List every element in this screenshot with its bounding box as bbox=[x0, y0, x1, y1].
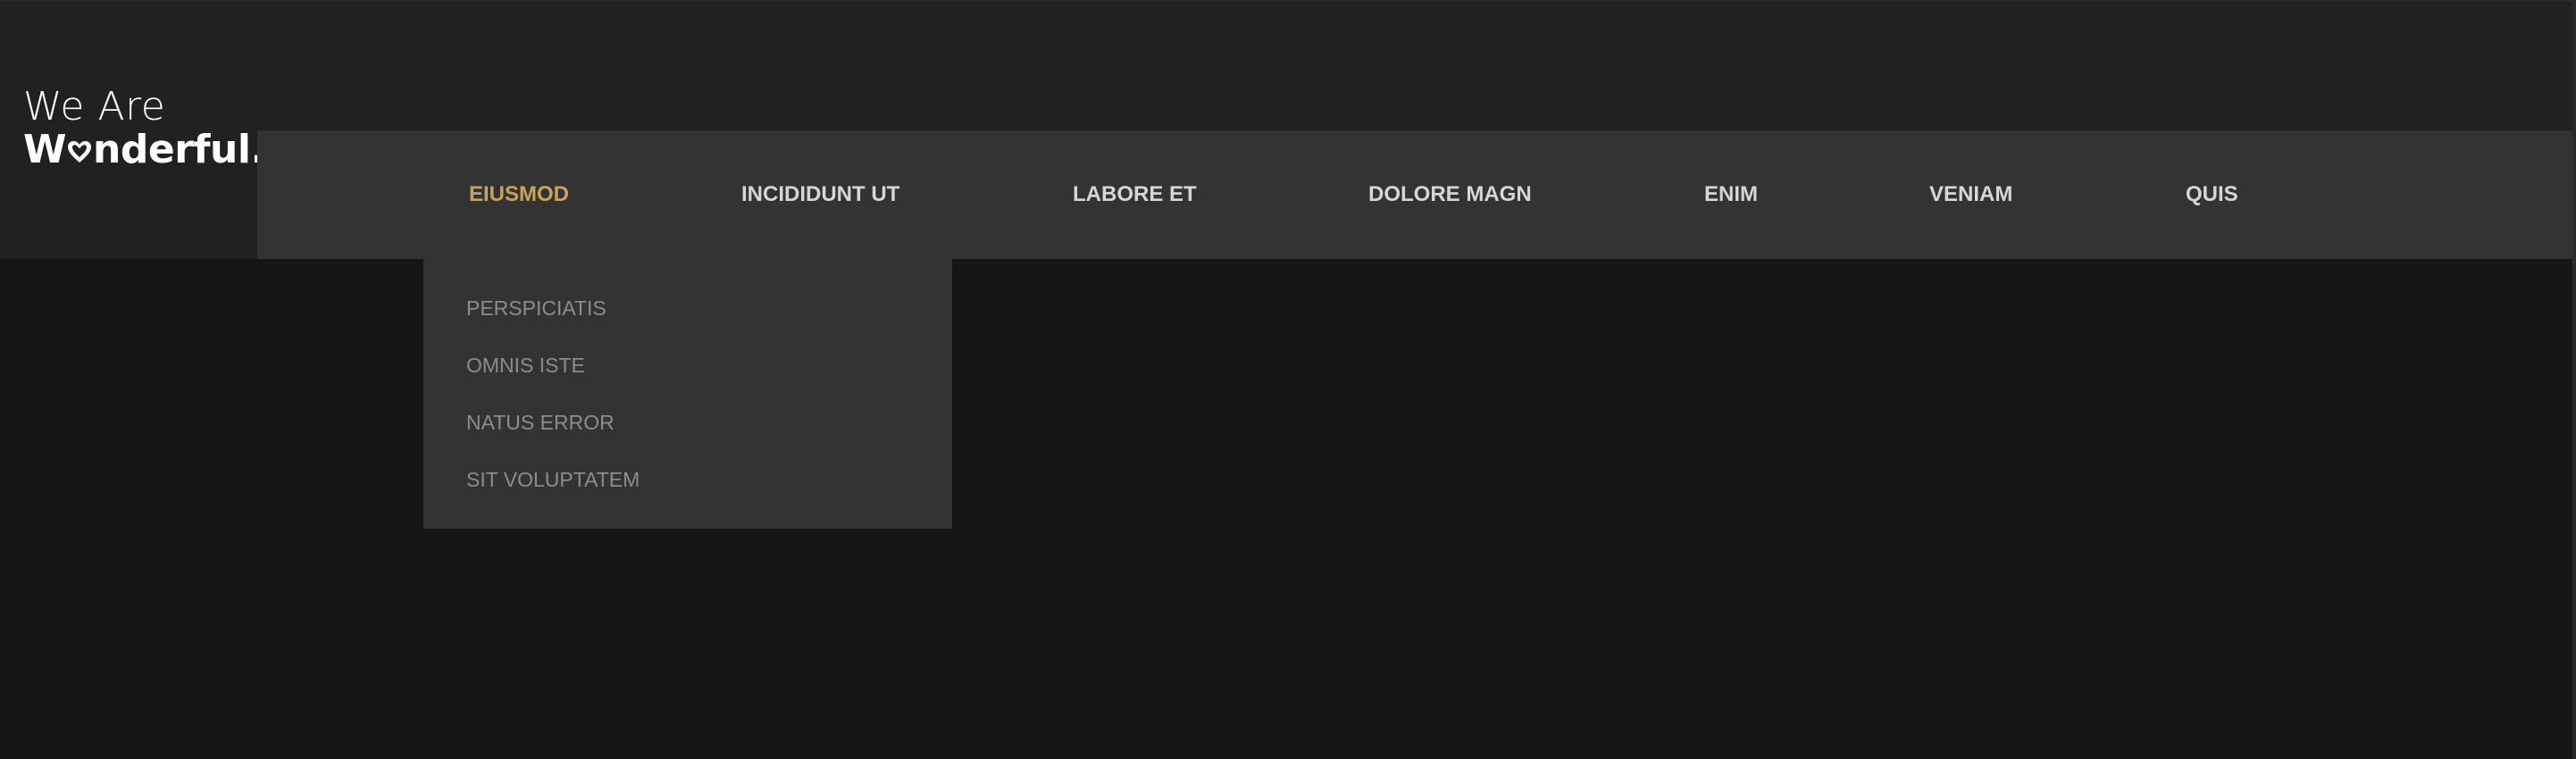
submenu-item-natus-error[interactable]: NATUS ERROR bbox=[466, 411, 615, 435]
nav-item-labore-et[interactable]: LABORE ET bbox=[1073, 130, 1197, 259]
logo-line-2-prefix: W bbox=[23, 127, 67, 172]
logo-line-1: We Are bbox=[23, 84, 166, 129]
heart-icon bbox=[68, 141, 92, 163]
nav-item-quis[interactable]: QUIS bbox=[2186, 130, 2238, 259]
submenu-dropdown: PERSPICIATIS OMNIS ISTE NATUS ERROR SIT … bbox=[423, 259, 952, 529]
nav-item-dolore-magn[interactable]: DOLORE MAGN bbox=[1368, 130, 1532, 259]
submenu-item-omnis-iste[interactable]: OMNIS ISTE bbox=[466, 354, 585, 378]
site-logo[interactable]: We Are Wnderful. bbox=[23, 88, 265, 170]
main-navigation: EIUSMOD INCIDIDUNT UT LABORE ET DOLORE M… bbox=[257, 130, 2576, 259]
right-border bbox=[2572, 0, 2576, 759]
nav-item-veniam[interactable]: VENIAM bbox=[1929, 130, 2012, 259]
nav-item-incididunt-ut[interactable]: INCIDIDUNT UT bbox=[741, 130, 899, 259]
logo-line-2: Wnderful. bbox=[23, 130, 265, 170]
page: We Are Wnderful. EIUSMOD INCIDIDUNT UT L… bbox=[0, 0, 2576, 759]
nav-item-eiusmod[interactable]: EIUSMOD bbox=[469, 130, 569, 259]
submenu-item-sit-voluptatem[interactable]: SIT VOLUPTATEM bbox=[466, 468, 640, 492]
logo-line-2-suffix: nderful. bbox=[93, 127, 265, 172]
nav-item-enim[interactable]: ENIM bbox=[1704, 130, 1758, 259]
submenu-item-perspiciatis[interactable]: PERSPICIATIS bbox=[466, 296, 606, 321]
top-border bbox=[0, 0, 2576, 2]
